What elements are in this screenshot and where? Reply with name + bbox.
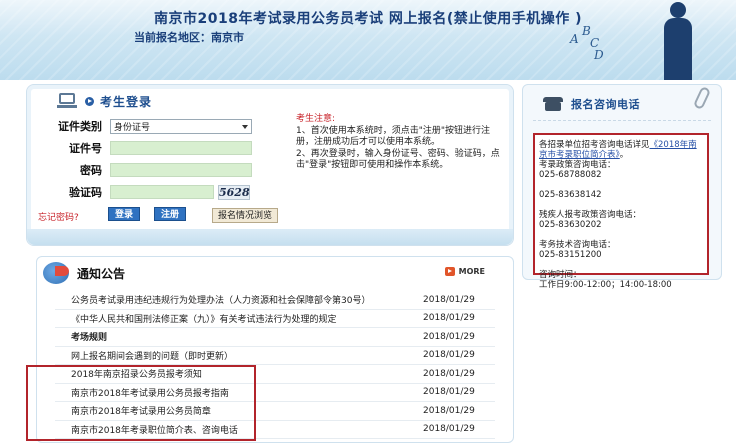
policy-phone-2: 025-83638142 [539,190,602,200]
list-item[interactable]: 《中华人民共和国刑法修正案（九）》有关考试违法行为处理的规定 2018/01/29 [55,310,495,328]
computer-icon [57,93,79,109]
list-item[interactable]: 网上报名期间会遇到的问题（即时更新） 2018/01/29 [55,347,495,365]
notice-date: 2018/01/29 [423,368,475,379]
captcha-image[interactable]: 5628 [218,184,250,200]
chevron-down-icon [242,124,248,129]
notice-title-link[interactable]: 公务员考试录用违纪违规行为处理办法（人力资源和社会保障部令第30号） [71,293,370,306]
person-silhouette-icon [658,2,698,80]
notice-title-link[interactable]: 考场规则 [71,330,107,343]
forgot-password-link[interactable]: 忘记密码? [38,210,79,223]
login-button[interactable]: 登录 [108,207,141,221]
notices-header: 通知公告 [37,257,513,289]
login-notice: 考生注意: 1、首次使用本系统时，须点击"注册"按钮进行注册，注册成功后才可以使… [296,114,506,172]
notice-date: 2018/01/29 [423,313,475,324]
notice-date: 2018/01/29 [423,350,475,361]
cert-type-select[interactable]: 身份证号 [110,118,252,134]
arrow-bullet-icon [85,96,94,106]
panel-footer-bar [27,229,513,245]
telephone-icon [543,97,563,111]
notice-date: 2018/01/29 [423,294,475,305]
more-button[interactable]: MORE [444,267,485,276]
disabled-label: 残疾人报考政策咨询电话： [539,210,642,220]
current-region: 当前报名地区：南京市 [134,31,244,44]
cert-no-row: 证件号 [40,140,252,156]
tech-phone: 025-83151200 [539,250,602,260]
captcha-label: 验证码 [69,186,102,199]
phone-intro-end: 。 [619,150,629,160]
notice-title: 考生注意: [296,114,336,124]
notice-item-1: 1、首次使用本系统时，须点击"注册"按钮进行注册，注册成功后才可以使用本系统。 [296,125,491,148]
password-input[interactable] [110,163,252,177]
page-title: 南京市2018年考试录用公务员考试 网上报名(禁止使用手机操作 ) [153,11,582,27]
login-header: 考生登录 [57,91,152,111]
highlight-frame [26,365,256,441]
banner-letter-a: A [570,32,579,46]
notice-date: 2018/01/29 [423,387,475,398]
phone-header: 报名咨询电话 [543,96,640,112]
paperclip-icon [692,85,712,111]
phone-info-box: 各招录单位招考咨询电话详见《2018年南京市考录职位简介表》。 考录政策咨询电话… [533,133,709,290]
phone-intro-text: 各招录单位招考咨询电话详见 [539,140,650,150]
tech-label: 考务技术咨询电话： [539,240,616,250]
phone-title: 报名咨询电话 [571,98,640,111]
policy-phone-1: 025-68788082 [539,170,602,180]
notice-title-link[interactable]: 网上报名期间会遇到的问题（即时更新） [71,349,233,362]
captcha-input[interactable] [110,185,214,199]
consult-phone-panel: 报名咨询电话 各招录单位招考咨询电话详见《2018年南京市考录职位简介表》。 考… [522,84,722,290]
hours-value: 工作日9:00-12:00；14:00-18:00 [539,280,672,290]
password-row: 密码 [40,162,252,178]
password-label: 密码 [80,164,102,177]
phone-intro: 各招录单位招考咨询电话详见《2018年南京市考录职位简介表》。 [539,140,702,160]
more-label: MORE [458,267,485,276]
policy-label: 考录政策咨询电话： [539,160,616,170]
hours-label: 咨询时间： [539,270,582,280]
disabled-phone: 025-83630202 [539,220,602,230]
cert-type-value: 身份证号 [114,122,151,133]
more-arrow-icon [444,267,455,276]
list-item[interactable]: 考场规则 2018/01/29 [55,328,495,347]
login-title: 考生登录 [100,94,153,109]
notice-date: 2018/01/29 [423,331,475,342]
cert-type-label: 证件类别 [58,120,102,133]
register-button[interactable]: 注册 [154,207,187,221]
announcement-icon [43,262,69,284]
cert-no-input[interactable] [110,141,252,155]
notice-date: 2018/01/29 [423,405,475,416]
list-item[interactable]: 公务员考试录用违纪违规行为处理办法（人力资源和社会保障部令第30号） 2018/0… [55,291,495,310]
captcha-row: 验证码 5628 [40,184,250,200]
notice-date: 2018/01/29 [423,424,475,435]
notice-title-link[interactable]: 《中华人民共和国刑法修正案（九）》有关考试违法行为处理的规定 [71,312,337,325]
divider [533,120,711,121]
cert-type-row: 证件类别 身份证号 [40,118,252,134]
header-banner: 南京市2018年考试录用公务员考试 网上报名(禁止使用手机操作 ) 当前报名地区… [0,0,736,80]
banner-letter-d: D [594,48,604,62]
notice-item-2: 2、再次登录时，输入身份证号、密码、验证码，点击"登录"按钮即可使用和操作本系统… [296,148,500,171]
cert-no-label: 证件号 [69,142,102,155]
browse-registration-button[interactable]: 报名情况浏览 [212,208,279,223]
notices-title: 通知公告 [77,266,126,281]
